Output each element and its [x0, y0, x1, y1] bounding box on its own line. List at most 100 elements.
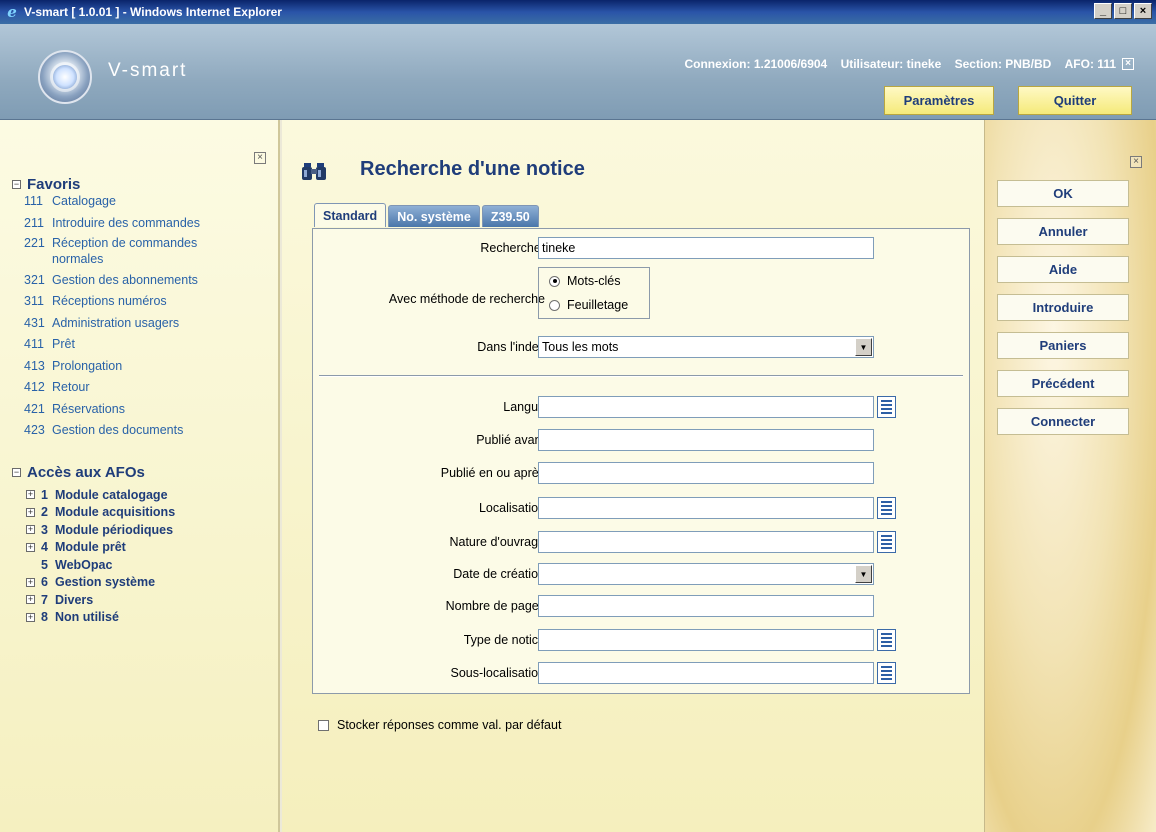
- fav-item-412[interactable]: 412 Retour: [24, 378, 264, 396]
- radio-unselected-icon[interactable]: [549, 299, 560, 311]
- connecter-button[interactable]: Connecter: [997, 408, 1129, 435]
- favoris-title: Favoris: [27, 176, 81, 193]
- actions-close-icon[interactable]: ×: [1130, 156, 1142, 168]
- favoris-list: 111 Catalogage 211 Introduire des commande…: [24, 192, 264, 443]
- radio-feuilletage[interactable]: Feuilletage: [549, 298, 628, 312]
- collapse-icon[interactable]: −: [12, 180, 21, 189]
- afo-info: AFO: 111: [1064, 57, 1116, 71]
- tab-no-systeme[interactable]: No. système: [388, 205, 480, 227]
- methode-label: Avec méthode de recherche: [388, 292, 545, 306]
- fav-item-413[interactable]: 413 Prolongation: [24, 357, 264, 375]
- fav-item-431[interactable]: 431 Administration usagers: [24, 314, 264, 332]
- index-select[interactable]: Tous les mots ▼: [538, 336, 874, 358]
- quitter-button[interactable]: Quitter: [1018, 86, 1132, 115]
- expand-icon[interactable]: +: [26, 490, 35, 500]
- utilisateur-info: Utilisateur: tineke: [840, 57, 942, 71]
- close-window-button[interactable]: ×: [1134, 3, 1152, 19]
- expand-icon[interactable]: +: [26, 507, 35, 517]
- precedent-button[interactable]: Précédent: [997, 370, 1129, 397]
- binoculars-icon: [302, 163, 326, 180]
- fav-item-321[interactable]: 321 Gestion des abonnements: [24, 271, 264, 289]
- nature-input[interactable]: [538, 531, 874, 553]
- afo-item-3[interactable]: +3 Module périodiques: [26, 521, 175, 539]
- radio-mots-cles[interactable]: Mots-clés: [549, 274, 620, 288]
- afo-item-5[interactable]: 5 WebOpac: [26, 556, 175, 574]
- expand-icon[interactable]: +: [26, 542, 35, 552]
- header-close-icon[interactable]: ×: [1122, 58, 1134, 70]
- afo-item-1[interactable]: +1 Module catalogage: [26, 486, 175, 504]
- maximize-button[interactable]: □: [1114, 3, 1132, 19]
- fav-item-221[interactable]: 221 Réception de commandes normales: [24, 235, 264, 267]
- favoris-header[interactable]: − Favoris: [12, 176, 80, 193]
- index-label: Dans l'index: [477, 340, 545, 354]
- stocker-checkbox-row[interactable]: Stocker réponses comme val. par défaut: [318, 718, 561, 732]
- actions-panel: × OK Annuler Aide Introduire Paniers Pré…: [984, 120, 1156, 832]
- publie-apres-input[interactable]: [538, 462, 874, 484]
- afo-item-6[interactable]: +6 Gestion système: [26, 574, 175, 592]
- stocker-checkbox[interactable]: [318, 719, 329, 731]
- stocker-label: Stocker réponses comme val. par défaut: [337, 718, 562, 732]
- localisation-label: Localisation: [478, 501, 545, 515]
- fav-item-411[interactable]: 411 Prêt: [24, 335, 264, 353]
- list-picker-icon[interactable]: [877, 497, 896, 519]
- tab-standard[interactable]: Standard: [314, 203, 387, 227]
- rechercher-input[interactable]: tineke: [538, 237, 874, 259]
- introduire-button[interactable]: Introduire: [997, 294, 1129, 321]
- type-notice-label: Type de notice: [463, 633, 545, 647]
- ok-button[interactable]: OK: [997, 180, 1129, 207]
- date-creation-select[interactable]: ▼: [538, 563, 874, 585]
- methode-radio-group: Mots-clés Feuilletage: [538, 267, 650, 319]
- afo-item-2[interactable]: +2 Module acquisitions: [26, 504, 175, 522]
- dropdown-arrow-icon[interactable]: ▼: [855, 338, 872, 356]
- collapse-icon[interactable]: −: [12, 468, 21, 477]
- minimize-button[interactable]: _: [1094, 3, 1112, 19]
- radio-selected-icon[interactable]: [549, 275, 560, 287]
- section-info: Section: PNB/BD: [954, 57, 1052, 71]
- paniers-button[interactable]: Paniers: [997, 332, 1129, 359]
- publie-avant-label: Publié avant: [476, 433, 545, 447]
- nature-label: Nature d'ouvrage: [449, 535, 545, 549]
- main-content: Recherche d'une notice Standard No. syst…: [282, 120, 984, 832]
- dropdown-arrow-icon[interactable]: ▼: [855, 565, 872, 583]
- list-picker-icon[interactable]: [877, 396, 896, 418]
- internet-explorer-icon: e: [7, 3, 17, 21]
- window-titlebar: e V-smart [ 1.0.01 ] - Windows Internet …: [0, 0, 1156, 24]
- afo-item-7[interactable]: +7 Divers: [26, 591, 175, 609]
- list-picker-icon[interactable]: [877, 531, 896, 553]
- type-notice-input[interactable]: [538, 629, 874, 651]
- acces-afos-title: Accès aux AFOs: [27, 464, 145, 481]
- fav-item-421[interactable]: 421 Réservations: [24, 400, 264, 418]
- afo-list: +1 Module catalogage +2 Module acquisition…: [26, 486, 175, 626]
- fav-item-423[interactable]: 423 Gestion des documents: [24, 421, 264, 439]
- tab-z3950[interactable]: Z39.50: [481, 205, 539, 227]
- langue-input[interactable]: [538, 396, 874, 418]
- afo-item-4[interactable]: +4 Module prêt: [26, 539, 175, 557]
- annuler-button[interactable]: Annuler: [997, 218, 1129, 245]
- expand-icon[interactable]: +: [26, 612, 35, 622]
- rechercher-label: Rechercher: [480, 241, 545, 255]
- connexion-info: Connexion: 1.21006/6904: [684, 57, 828, 71]
- expand-icon[interactable]: +: [26, 577, 35, 587]
- afo-item-8[interactable]: +8 Non utilisé: [26, 609, 175, 627]
- localisation-input[interactable]: [538, 497, 874, 519]
- fav-item-311[interactable]: 311 Réceptions numéros: [24, 292, 264, 310]
- fav-item-211[interactable]: 211 Introduire des commandes: [24, 214, 264, 232]
- expand-icon[interactable]: +: [26, 525, 35, 535]
- sidebar-close-icon[interactable]: ×: [254, 152, 266, 164]
- parametres-button[interactable]: Paramètres: [884, 86, 994, 115]
- sidebar: × − Favoris 111 Catalogage 211 Introduire …: [0, 120, 280, 832]
- fav-item-111[interactable]: 111 Catalogage: [24, 192, 264, 210]
- sous-localisation-input[interactable]: [538, 662, 874, 684]
- acces-afos-header[interactable]: − Accès aux AFOs: [12, 464, 145, 481]
- publie-avant-input[interactable]: [538, 429, 874, 451]
- list-picker-icon[interactable]: [877, 662, 896, 684]
- aide-button[interactable]: Aide: [997, 256, 1129, 283]
- session-info: Connexion: 1.21006/6904 Utilisateur: tin…: [674, 57, 1116, 71]
- publie-apres-label: Publié en ou après: [440, 466, 545, 480]
- expand-icon[interactable]: +: [26, 595, 35, 605]
- window-controls: _ □ ×: [1094, 3, 1152, 19]
- list-picker-icon[interactable]: [877, 629, 896, 651]
- nb-pages-input[interactable]: [538, 595, 874, 617]
- window-title: V-smart [ 1.0.01 ] - Windows Internet Ex…: [24, 5, 282, 19]
- vsmart-logo-icon: [38, 50, 92, 104]
